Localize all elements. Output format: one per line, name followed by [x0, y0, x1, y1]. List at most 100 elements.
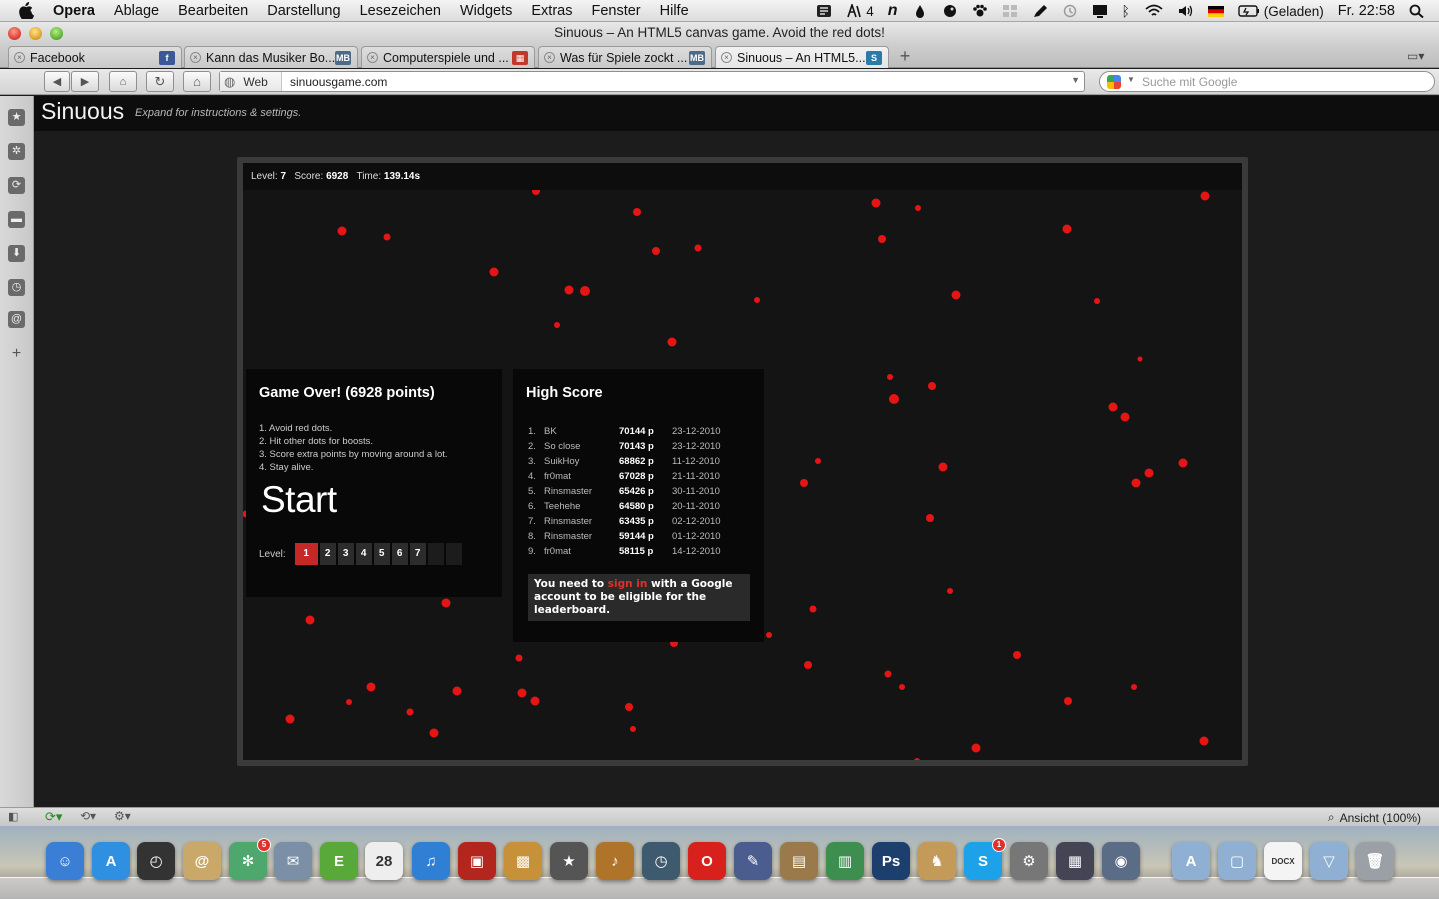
- back-button[interactable]: ◀: [44, 71, 70, 92]
- history-panel-icon[interactable]: ◷: [8, 279, 25, 296]
- preview-icon[interactable]: ◉: [1102, 842, 1140, 880]
- german-flag-icon[interactable]: [1207, 5, 1224, 17]
- garageband-icon[interactable]: ♪: [596, 842, 634, 880]
- growl-paw-icon[interactable]: [972, 4, 988, 18]
- evernote-icon[interactable]: E: [320, 842, 358, 880]
- system-preferences-icon[interactable]: ⚙: [1010, 842, 1048, 880]
- url-text[interactable]: sinuousgame.com: [290, 75, 387, 89]
- menu-widgets[interactable]: Widgets: [460, 3, 512, 19]
- evernote-menu-icon[interactable]: [942, 4, 958, 18]
- menu-fenster[interactable]: Fenster: [591, 3, 640, 19]
- game-canvas[interactable]: Level: 7 Score: 6928 Time: 139.14s Game …: [243, 163, 1242, 760]
- opera-icon[interactable]: O: [688, 842, 726, 880]
- volume-icon[interactable]: [1178, 4, 1194, 18]
- search-field[interactable]: ▼ Suche mit Google: [1099, 71, 1435, 92]
- start-button[interactable]: Start: [261, 479, 337, 521]
- time-machine-icon[interactable]: ◷: [642, 842, 680, 880]
- keynote-icon[interactable]: ▤: [780, 842, 818, 880]
- messenger-icon[interactable]: ✻ 5: [229, 838, 271, 880]
- tab-close-icon[interactable]: ×: [544, 52, 555, 63]
- site-title[interactable]: Sinuous: [41, 98, 124, 125]
- level-button-2[interactable]: 2: [319, 543, 336, 565]
- level-button-3[interactable]: 3: [337, 543, 354, 565]
- xcode-icon[interactable]: ✎: [734, 842, 772, 880]
- n-app-icon[interactable]: n: [888, 2, 898, 20]
- imovie-icon[interactable]: ★: [550, 842, 588, 880]
- links-panel-icon[interactable]: @: [8, 311, 25, 328]
- menu-darstellung[interactable]: Darstellung: [267, 3, 340, 19]
- reload-button[interactable]: ↻: [146, 71, 174, 92]
- add-panel-icon[interactable]: +: [8, 345, 25, 362]
- numbers-icon[interactable]: ▥: [826, 842, 864, 880]
- bookmarks-panel-icon[interactable]: ★: [8, 109, 25, 126]
- documents-folder-icon[interactable]: ▢: [1218, 842, 1256, 880]
- new-tab-button[interactable]: +: [896, 47, 914, 65]
- applications-folder-icon[interactable]: A: [1172, 842, 1210, 880]
- trash-icon[interactable]: 🗑: [1356, 842, 1394, 880]
- wifi-icon[interactable]: [1144, 4, 1164, 18]
- tab-close-icon[interactable]: ×: [14, 52, 25, 63]
- apple-menu-icon[interactable]: [19, 2, 35, 19]
- panel-toggle-icon[interactable]: ◧: [8, 810, 18, 823]
- close-window-button[interactable]: [8, 27, 21, 40]
- tab-facebook[interactable]: × Facebook f: [8, 46, 182, 68]
- finder-icon[interactable]: ☺: [46, 842, 84, 880]
- tab-musiker-board[interactable]: × Kann das Musiker Bo... MB: [184, 46, 358, 68]
- downloads-panel-icon[interactable]: ⬇: [8, 245, 25, 262]
- settings-status-icon[interactable]: ⚙▾: [114, 809, 131, 823]
- menu-opera[interactable]: Opera: [53, 3, 95, 19]
- forward-button[interactable]: ▶: [71, 71, 99, 92]
- adium-icon[interactable]: 4: [846, 4, 874, 19]
- level-button-7[interactable]: 7: [409, 543, 426, 565]
- pen-icon[interactable]: [1032, 4, 1048, 18]
- search-engine-dropdown-icon[interactable]: ▼: [1127, 75, 1135, 84]
- level-button-4[interactable]: 4: [355, 543, 372, 565]
- calendar-icon[interactable]: 28: [365, 842, 403, 880]
- menu-bearbeiten[interactable]: Bearbeiten: [178, 3, 248, 19]
- tab-close-icon[interactable]: ×: [721, 52, 732, 63]
- mail-stamp-icon[interactable]: @: [183, 842, 221, 880]
- zoom-control[interactable]: ⌕ Ansicht (100%): [1328, 810, 1421, 825]
- address-bar[interactable]: ◍ Web sinuousgame.com ▼: [219, 71, 1085, 92]
- minimize-window-button[interactable]: [29, 27, 42, 40]
- drop-icon[interactable]: [912, 4, 928, 18]
- docx-file-icon[interactable]: DOCX: [1264, 842, 1302, 880]
- tab-close-icon[interactable]: ×: [190, 52, 201, 63]
- skype-icon[interactable]: S1: [964, 838, 1006, 880]
- grid-icon[interactable]: [1002, 4, 1018, 18]
- zoom-window-button[interactable]: [50, 27, 63, 40]
- photo-booth-icon[interactable]: ▣: [458, 842, 496, 880]
- notes-panel-icon[interactable]: ▬: [8, 211, 25, 228]
- turbo-icon[interactable]: ⟳▾: [45, 809, 62, 825]
- level-button-6[interactable]: 6: [391, 543, 408, 565]
- tab-spiele-zockt[interactable]: × Was für Spiele zockt ... MB: [538, 46, 712, 68]
- unite-status-icon[interactable]: ⟲▾: [80, 809, 96, 823]
- itunes-icon[interactable]: ♫: [412, 842, 450, 880]
- camel-icon[interactable]: ♞: [918, 842, 956, 880]
- level-button-5[interactable]: 5: [373, 543, 390, 565]
- iphoto-icon[interactable]: ▩: [504, 842, 542, 880]
- unite-panel-icon[interactable]: ⟳: [8, 177, 25, 194]
- clock[interactable]: Fr. 22:58: [1338, 3, 1395, 19]
- widgets-panel-icon[interactable]: ✲: [8, 143, 25, 160]
- spotlight-icon[interactable]: [1409, 4, 1425, 18]
- stop-button[interactable]: ⌂: [109, 71, 137, 92]
- tab-computerspiele[interactable]: × Computerspiele und ... ▦: [361, 46, 535, 68]
- bluetooth-icon[interactable]: ᛒ: [1122, 3, 1130, 19]
- menu-lesezeichen[interactable]: Lesezeichen: [360, 3, 441, 19]
- downloads-folder-icon[interactable]: ▽: [1310, 842, 1348, 880]
- mail-icon[interactable]: ✉: [274, 842, 312, 880]
- dashboard-icon[interactable]: ◴: [137, 842, 175, 880]
- photoshop-icon[interactable]: Ps: [872, 842, 910, 880]
- tab-menu-icon[interactable]: ▭▾: [1407, 49, 1427, 63]
- sign-in-link[interactable]: sign in: [608, 578, 648, 590]
- time-machine-menu-icon[interactable]: [1062, 4, 1078, 18]
- level-button-1[interactable]: 1: [294, 543, 318, 565]
- app-store-icon[interactable]: A: [92, 842, 130, 880]
- google-icon[interactable]: [1107, 75, 1121, 89]
- address-dropdown-icon[interactable]: ▼: [1071, 75, 1080, 85]
- tab-sinuous[interactable]: × Sinuous – An HTML5... S: [715, 46, 889, 68]
- site-badge[interactable]: ◍ Web: [220, 72, 282, 91]
- menu-ablage[interactable]: Ablage: [114, 3, 159, 19]
- script-editor-icon[interactable]: [816, 4, 832, 18]
